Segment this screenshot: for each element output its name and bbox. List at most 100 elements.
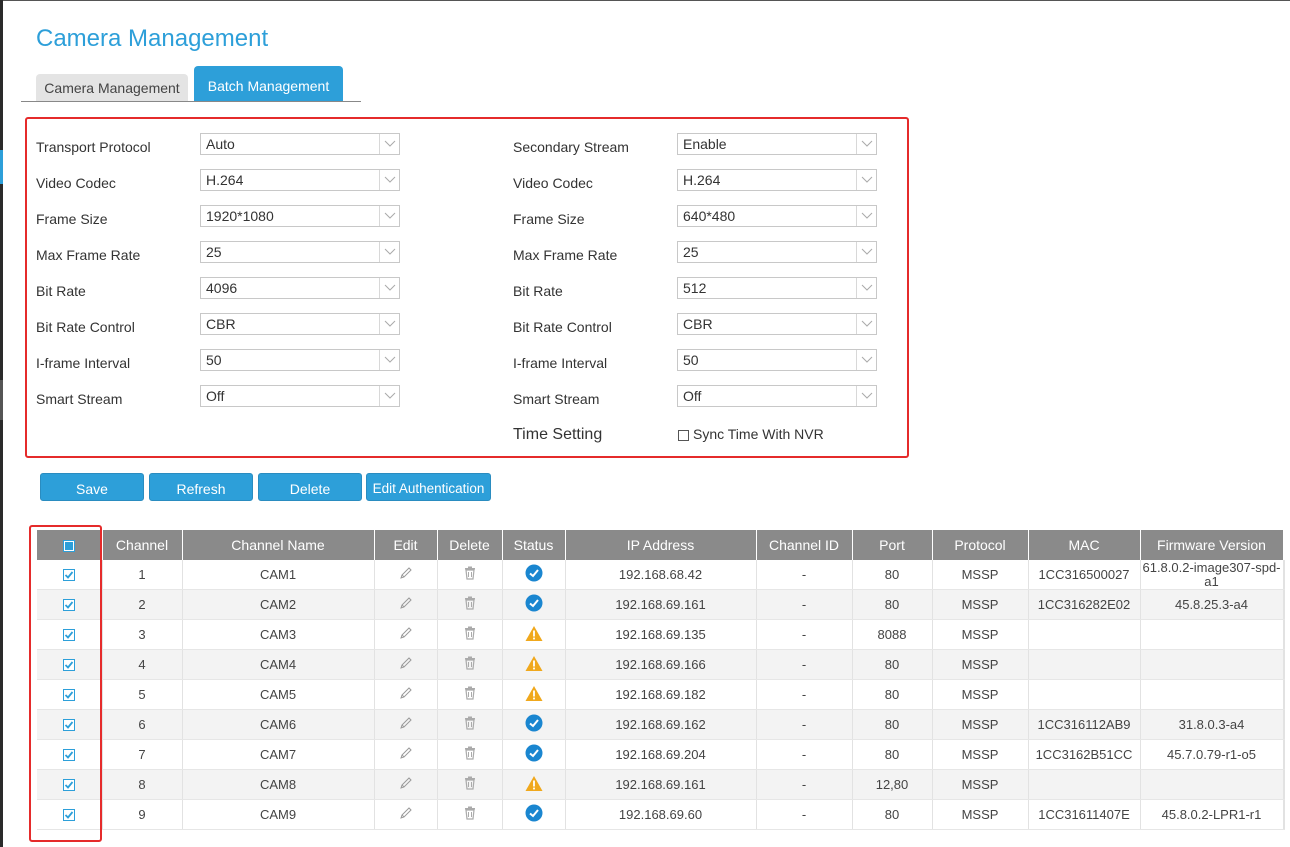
cell-edit[interactable] [374, 769, 438, 800]
cell-delete[interactable] [437, 799, 503, 830]
cell-channel: 4 [102, 649, 183, 680]
table-row[interactable]: 5 CAM5 192.168.69.182-80 MSSP [37, 679, 1285, 710]
cell-delete[interactable] [437, 649, 503, 680]
cell-ip-address: 192.168.69.161 [565, 769, 757, 800]
primary-i-frame-interval-select[interactable]: 50 [200, 349, 400, 371]
cell-delete[interactable] [437, 769, 503, 800]
edit-pencil-icon[interactable] [398, 687, 414, 704]
sync-time-checkbox[interactable] [678, 430, 689, 441]
cell-delete[interactable] [437, 739, 503, 770]
status-warning-icon [525, 775, 543, 795]
cell-delete[interactable] [437, 679, 503, 710]
trash-icon[interactable] [462, 746, 478, 764]
primary-video-codec-select[interactable]: H.264 [200, 169, 400, 191]
secondary-i-frame-interval-select[interactable]: 50 [677, 349, 877, 371]
cell-delete[interactable] [437, 619, 503, 650]
primary-bit-rate-control-select[interactable]: CBR [200, 313, 400, 335]
cell-ip-address: 192.168.69.161 [565, 589, 757, 620]
cell-port: 80 [852, 679, 933, 710]
cell-delete[interactable] [437, 589, 503, 620]
chevron-down-icon[interactable] [379, 206, 399, 226]
chevron-down-icon[interactable] [856, 386, 876, 406]
table-row[interactable]: 6 CAM6 192.168.69.162-80 MSSP 1CC316112AB9 31… [37, 709, 1285, 740]
trash-icon[interactable] [462, 596, 478, 614]
table-row[interactable]: 2 CAM2 192.168.69.161-80 MSSP 1CC316282E02 45… [37, 589, 1285, 620]
chevron-down-icon[interactable] [856, 350, 876, 370]
table-row[interactable]: 7 CAM7 192.168.69.204-80 MSSP 1CC3162B51CC 45… [37, 739, 1285, 770]
chevron-down-icon[interactable] [379, 134, 399, 154]
secondary-bit-rate-select[interactable]: 512 [677, 277, 877, 299]
trash-icon[interactable] [462, 626, 478, 644]
trash-icon[interactable] [462, 566, 478, 584]
cell-edit[interactable] [374, 709, 438, 740]
primary-transport-protocol-label: Transport Protocol [36, 139, 151, 155]
save-button[interactable]: Save [40, 473, 144, 501]
chevron-down-icon[interactable] [379, 170, 399, 190]
cell-delete[interactable] [437, 709, 503, 740]
chevron-down-icon[interactable] [379, 242, 399, 262]
cell-firmware-version: 31.8.0.3-a4 [1140, 709, 1284, 740]
chevron-down-icon[interactable] [856, 170, 876, 190]
cell-protocol: MSSP [932, 619, 1029, 650]
edit-pencil-icon[interactable] [398, 657, 414, 674]
cell-status [502, 769, 566, 800]
trash-icon[interactable] [462, 686, 478, 704]
table-row[interactable]: 8 CAM8 192.168.69.161-12,80 MSSP [37, 769, 1285, 800]
secondary-frame-size-select[interactable]: 640*480 [677, 205, 877, 227]
trash-icon[interactable] [462, 716, 478, 734]
chevron-down-icon[interactable] [856, 242, 876, 262]
primary-max-frame-rate-select[interactable]: 25 [200, 241, 400, 263]
tab-batch-management[interactable]: Batch Management [194, 66, 343, 101]
chevron-down-icon[interactable] [379, 314, 399, 334]
trash-icon[interactable] [462, 776, 478, 794]
chevron-down-icon[interactable] [379, 386, 399, 406]
chevron-down-icon[interactable] [379, 350, 399, 370]
cell-edit[interactable] [374, 679, 438, 710]
cell-delete[interactable] [437, 560, 503, 590]
primary-bit-rate-select[interactable]: 4096 [200, 277, 400, 299]
edit-pencil-icon[interactable] [398, 747, 414, 764]
chevron-down-icon[interactable] [856, 206, 876, 226]
cell-edit[interactable] [374, 560, 438, 590]
secondary-secondary-stream-select[interactable]: Enable [677, 133, 877, 155]
table-row[interactable]: 3 CAM3 192.168.69.135-8088 MSSP [37, 619, 1285, 650]
trash-icon[interactable] [462, 656, 478, 674]
edit-pencil-icon[interactable] [398, 567, 414, 584]
edit-pencil-icon[interactable] [398, 777, 414, 794]
cell-overflow [1283, 589, 1285, 620]
secondary-video-codec-select[interactable]: H.264 [677, 169, 877, 191]
header-delete: Delete [437, 530, 503, 560]
chevron-down-icon[interactable] [856, 278, 876, 298]
cell-edit[interactable] [374, 799, 438, 830]
primary-video-codec-value: H.264 [206, 172, 244, 188]
table-row[interactable]: 4 CAM4 192.168.69.166-80 MSSP [37, 649, 1285, 680]
edit-pencil-icon[interactable] [398, 807, 414, 824]
chevron-down-icon[interactable] [856, 134, 876, 154]
cell-firmware-version: 45.8.0.2-LPR1-r1 [1140, 799, 1284, 830]
primary-transport-protocol-select[interactable]: Auto [200, 133, 400, 155]
cell-port: 80 [852, 649, 933, 680]
secondary-bit-rate-control-select[interactable]: CBR [677, 313, 877, 335]
chevron-down-icon[interactable] [856, 314, 876, 334]
cell-edit[interactable] [374, 619, 438, 650]
chevron-down-icon[interactable] [379, 278, 399, 298]
edit-pencil-icon[interactable] [398, 627, 414, 644]
cell-channel-name: CAM9 [182, 799, 375, 830]
cell-edit[interactable] [374, 739, 438, 770]
edit-pencil-icon[interactable] [398, 597, 414, 614]
secondary-smart-stream-select[interactable]: Off [677, 385, 877, 407]
header-edit: Edit [374, 530, 438, 560]
cell-edit[interactable] [374, 649, 438, 680]
secondary-max-frame-rate-select[interactable]: 25 [677, 241, 877, 263]
primary-smart-stream-select[interactable]: Off [200, 385, 400, 407]
delete-button[interactable]: Delete [258, 473, 362, 501]
table-row[interactable]: 9 CAM9 192.168.69.60-80 MSSP 1CC31611407E 45.… [37, 799, 1285, 830]
tab-camera-management[interactable]: Camera Management [36, 74, 188, 101]
refresh-button[interactable]: Refresh [149, 473, 253, 501]
edit-authentication-button[interactable]: Edit Authentication [366, 473, 491, 501]
cell-edit[interactable] [374, 589, 438, 620]
primary-frame-size-select[interactable]: 1920*1080 [200, 205, 400, 227]
table-row[interactable]: 1 CAM1 192.168.68.42-80 MSSP 1CC316500027 61.… [37, 560, 1285, 590]
trash-icon[interactable] [462, 806, 478, 824]
edit-pencil-icon[interactable] [398, 717, 414, 734]
